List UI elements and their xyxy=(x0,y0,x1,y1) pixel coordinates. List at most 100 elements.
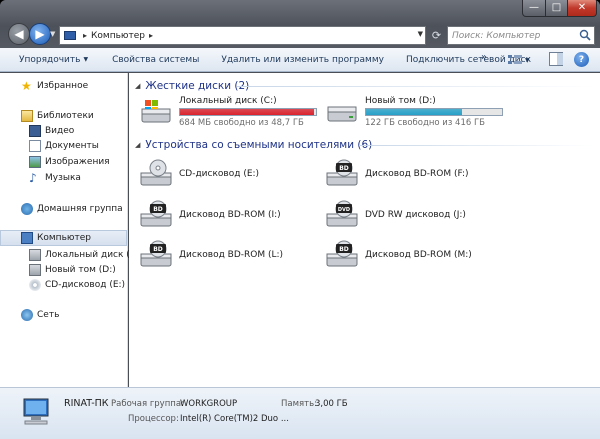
address-bar[interactable]: ▸ Компьютер ▸ ▼ xyxy=(59,26,426,45)
help-button[interactable]: ? xyxy=(574,52,589,67)
drive-usage-fill xyxy=(366,109,463,115)
drive-icon xyxy=(327,106,357,122)
organize-button[interactable]: Упорядочить ▼ xyxy=(13,48,94,72)
computer-icon xyxy=(64,31,76,40)
preview-pane-icon xyxy=(557,53,563,65)
search-input[interactable]: Поиск: Компьютер xyxy=(447,26,595,45)
recent-pages-dropdown[interactable]: ▼ xyxy=(50,30,55,38)
close-button[interactable]: ✕ xyxy=(567,0,597,17)
preview-pane-button[interactable] xyxy=(549,52,563,66)
refresh-button[interactable]: ⟳ xyxy=(429,26,444,45)
sidebar-item-label: Избранное xyxy=(37,81,89,91)
search-placeholder: Поиск: Компьютер xyxy=(452,30,541,41)
hard-drives-group-header[interactable]: ◢ Жесткие диски (2) xyxy=(135,78,249,94)
optical-drive-icon: BD xyxy=(140,200,172,227)
group-divider xyxy=(237,86,595,87)
computer-name: RINAT-ПК xyxy=(64,398,109,409)
uninstall-program-button[interactable]: Удалить или изменить программу xyxy=(215,48,390,72)
sidebar-item-label: Компьютер xyxy=(37,233,91,243)
maximize-button[interactable]: □ xyxy=(545,0,568,17)
drive-name: Дисковод BD-ROM (F:) xyxy=(365,169,469,179)
address-separator[interactable]: ▸ xyxy=(83,31,87,40)
drive-item[interactable]: Локальный диск (C:) 684 МБ свободно из 4… xyxy=(139,96,317,128)
more-commands-button[interactable]: » xyxy=(481,52,487,63)
sidebar-item-libraries[interactable]: Библиотеки xyxy=(21,108,94,124)
disc-format-label: BD xyxy=(153,206,163,213)
forward-button[interactable]: ▶ xyxy=(29,23,51,45)
sidebar-item-drive-e[interactable]: CD-дисковод (E:) xyxy=(29,277,125,293)
explorer-window: — □ ✕ ◀ ▶ ▼ ▸ Компьютер ▸ ▼ ⟳ Поиск: Ком… xyxy=(0,0,600,439)
address-item-separator[interactable]: ▸ xyxy=(149,31,153,40)
drive-name: Локальный диск (C:) xyxy=(179,96,277,106)
disc-format-label: BD xyxy=(339,165,349,172)
back-arrow-icon: ◀ xyxy=(14,27,24,41)
sidebar-item-music[interactable]: ♪ Музыка xyxy=(29,170,81,186)
sidebar-item-favorites[interactable]: ★ Избранное xyxy=(21,78,88,94)
group-title: Жесткие диски (2) xyxy=(145,80,250,92)
collapse-triangle-icon[interactable]: ◢ xyxy=(135,141,140,149)
system-properties-button[interactable]: Свойства системы xyxy=(106,48,205,72)
views-icon xyxy=(508,55,522,64)
sidebar-item-images[interactable]: Изображения xyxy=(29,154,110,170)
library-icon xyxy=(21,110,33,122)
windows-drive-icon xyxy=(141,100,171,123)
content-pane: ◢ Жесткие диски (2) Локальный диск (C:) 6… xyxy=(129,73,600,387)
optical-drive-item[interactable]: BD Дисковод BD-ROM (L:) xyxy=(139,240,283,270)
images-icon xyxy=(29,156,41,168)
optical-drive-item[interactable]: BD Дисковод BD-ROM (M:) xyxy=(325,240,472,270)
sidebar-item-label: Библиотеки xyxy=(37,111,94,121)
processor-label: Процессор: xyxy=(128,414,179,424)
drive-name: Дисковод BD-ROM (L:) xyxy=(179,250,284,260)
chevron-down-icon: ▼ xyxy=(83,56,89,63)
optical-drive-item[interactable]: BD Дисковод BD-ROM (I:) xyxy=(139,200,281,230)
computer-icon xyxy=(23,398,49,425)
optical-drive-icon xyxy=(140,159,172,186)
sidebar-item-homegroup[interactable]: Домашняя группа xyxy=(21,201,123,217)
sidebar-item-label: Музыка xyxy=(45,173,81,183)
minimize-button[interactable]: — xyxy=(522,0,546,17)
optical-drive-icon: BD xyxy=(326,240,358,267)
group-divider xyxy=(359,145,595,146)
removable-group-header[interactable]: ◢ Устройства со съемными носителями (6) xyxy=(135,137,372,153)
sidebar-item-network[interactable]: Сеть xyxy=(21,307,59,323)
sidebar-item-label: Сеть xyxy=(37,310,60,320)
address-item-computer[interactable]: Компьютер xyxy=(91,31,145,41)
sidebar-item-documents[interactable]: Документы xyxy=(29,138,99,154)
disc-format-label: BD xyxy=(153,246,163,253)
chevron-down-icon: ▼ xyxy=(525,56,530,64)
drive-usage-bar xyxy=(365,108,503,116)
sidebar-item-label: Видео xyxy=(45,126,75,136)
homegroup-icon xyxy=(21,203,33,215)
optical-drive-icon: BD xyxy=(326,159,358,186)
sidebar-item-label: Домашняя группа xyxy=(37,204,123,214)
video-icon xyxy=(29,125,41,137)
sidebar-item-label: Локальный диск (C:) xyxy=(45,250,143,260)
organize-label: Упорядочить xyxy=(19,54,81,65)
drive-icon xyxy=(29,264,41,276)
search-icon[interactable] xyxy=(579,29,591,41)
optical-drive-item[interactable]: DVD DVD RW дисковод (J:) xyxy=(325,200,466,230)
change-view-button[interactable]: ▼ xyxy=(508,52,534,68)
address-dropdown-icon[interactable]: ▼ xyxy=(418,30,423,38)
optical-drive-item[interactable]: CD-дисковод (E:) xyxy=(139,159,259,189)
documents-icon xyxy=(29,140,41,152)
back-button[interactable]: ◀ xyxy=(8,23,30,45)
refresh-icon: ⟳ xyxy=(431,29,442,42)
windows-drive-icon xyxy=(29,249,41,261)
optical-drive-item[interactable]: BD Дисковод BD-ROM (F:) xyxy=(325,159,469,189)
workgroup-value: WORKGROUP xyxy=(180,399,238,409)
sidebar-item-drive-c[interactable]: Локальный диск (C:) xyxy=(29,247,143,263)
sidebar-item-label: CD-дисковод (E:) xyxy=(45,280,126,290)
collapse-triangle-icon[interactable]: ◢ xyxy=(135,82,140,90)
sidebar-item-label: Документы xyxy=(45,141,99,151)
drive-name: Новый том (D:) xyxy=(365,96,436,106)
disc-format-label: BD xyxy=(339,246,349,253)
drive-name: Дисковод BD-ROM (M:) xyxy=(365,250,472,260)
computer-icon xyxy=(21,232,33,244)
sidebar-item-video[interactable]: Видео xyxy=(29,123,74,139)
group-title: Устройства со съемными носителями (6) xyxy=(145,139,373,151)
sidebar-item-drive-d[interactable]: Новый том (D:) xyxy=(29,262,116,278)
sidebar-item-computer[interactable]: Компьютер xyxy=(0,230,127,246)
drive-name: DVD RW дисковод (J:) xyxy=(365,210,466,220)
drive-item[interactable]: Новый том (D:) 122 ГБ свободно из 416 ГБ xyxy=(325,96,503,128)
